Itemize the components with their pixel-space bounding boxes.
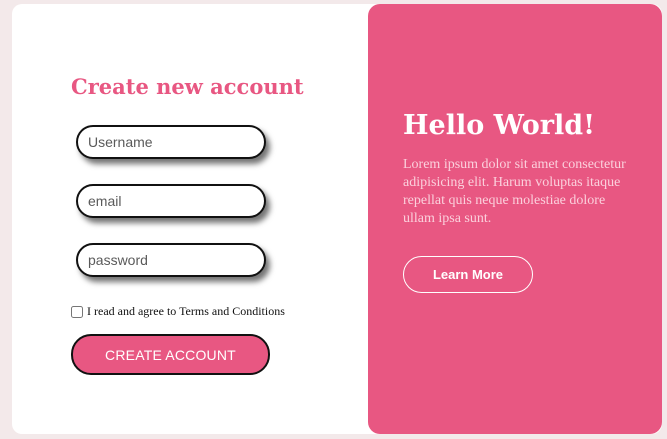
signup-card: Create new account I read and agree to T… [12,4,662,434]
terms-label: I read and agree to Terms and Conditions [87,304,285,318]
create-account-button[interactable]: CREATE ACCOUNT [71,334,270,375]
email-input[interactable] [76,184,266,218]
form-title: Create new account [71,74,304,99]
learn-more-button[interactable]: Learn More [403,256,533,293]
terms-row[interactable]: I read and agree to Terms and Conditions [71,304,285,319]
username-input[interactable] [76,125,266,159]
welcome-title: Hello World! [403,110,595,141]
terms-checkbox[interactable] [71,305,83,318]
welcome-text: Lorem ipsum dolor sit amet consectetur a… [403,157,626,226]
welcome-panel: Hello World! Lorem ipsum dolor sit amet … [368,4,662,434]
signup-form: Create new account I read and agree to T… [12,4,368,434]
password-input[interactable] [76,243,266,277]
